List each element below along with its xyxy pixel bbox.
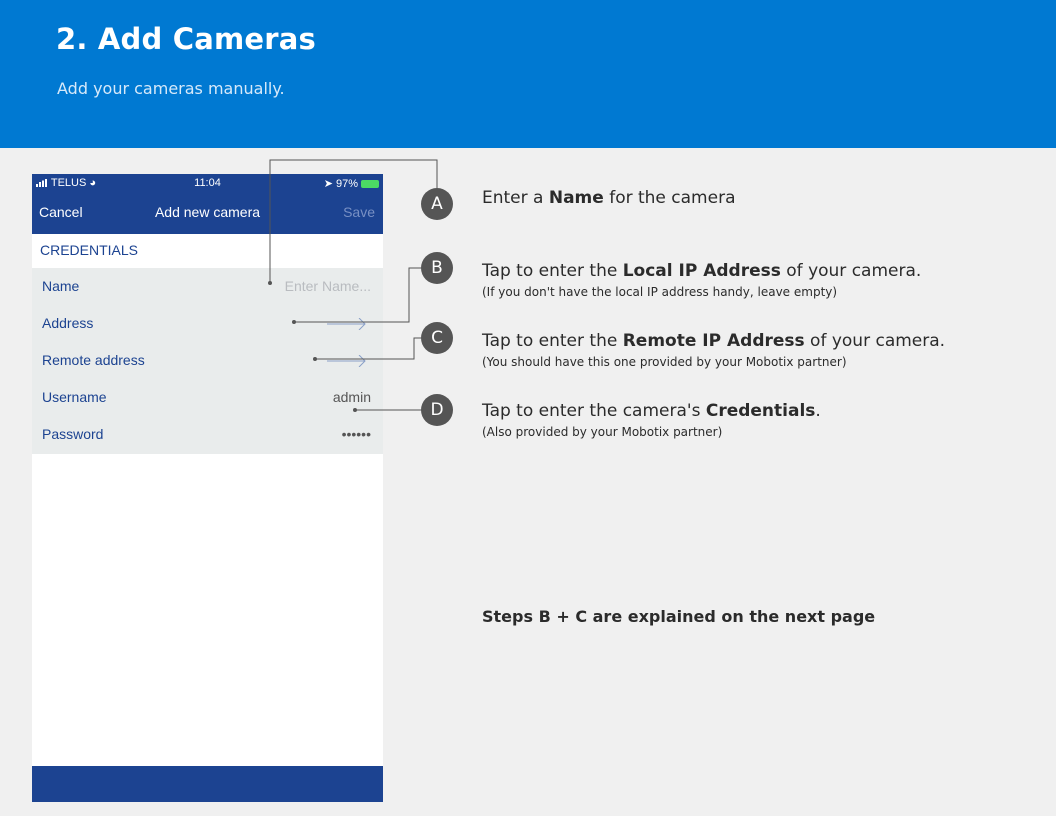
step-c-post: of your camera.	[804, 331, 946, 351]
step-d-post: .	[815, 401, 821, 421]
step-b-note: (If you don't have the local IP address …	[482, 285, 838, 299]
step-d-text: Tap to enter the camera's Credentials.	[482, 401, 821, 421]
footnote: Steps B + C are explained on the next pa…	[482, 607, 876, 626]
badge-b: B	[421, 252, 453, 284]
step-b-post: of your camera.	[780, 261, 922, 281]
connector-a	[269, 159, 438, 283]
badge-c: C	[421, 322, 453, 354]
step-c-text: Tap to enter the Remote IP Address of yo…	[482, 331, 945, 351]
connector-a-dot	[268, 281, 272, 285]
step-d-note: (Also provided by your Mobotix partner)	[482, 425, 723, 439]
connector-c-dot	[313, 357, 317, 361]
step-b-bold: Local IP Address	[622, 261, 781, 281]
step-d-bold: Credentials	[705, 401, 816, 421]
step-b-pre: Tap to enter the	[482, 261, 623, 281]
badge-a: A	[421, 188, 453, 220]
connector-b-dot	[292, 320, 296, 324]
step-a-pre: Enter a	[482, 188, 549, 208]
step-a-bold: Name	[548, 188, 604, 208]
step-d-pre: Tap to enter the camera's	[482, 401, 706, 421]
step-c-pre: Tap to enter the	[482, 331, 623, 351]
step-c-note: (You should have this one provided by yo…	[482, 355, 847, 369]
step-c-bold: Remote IP Address	[622, 331, 805, 351]
connector-c	[315, 337, 424, 360]
badge-d: D	[421, 394, 453, 426]
step-a-text: Enter a Name for the camera	[482, 188, 736, 208]
step-b-text: Tap to enter the Local IP Address of you…	[482, 261, 921, 281]
connector-d-dot	[353, 408, 357, 412]
step-a-post: for the camera	[603, 188, 736, 208]
connector-b	[294, 267, 424, 323]
